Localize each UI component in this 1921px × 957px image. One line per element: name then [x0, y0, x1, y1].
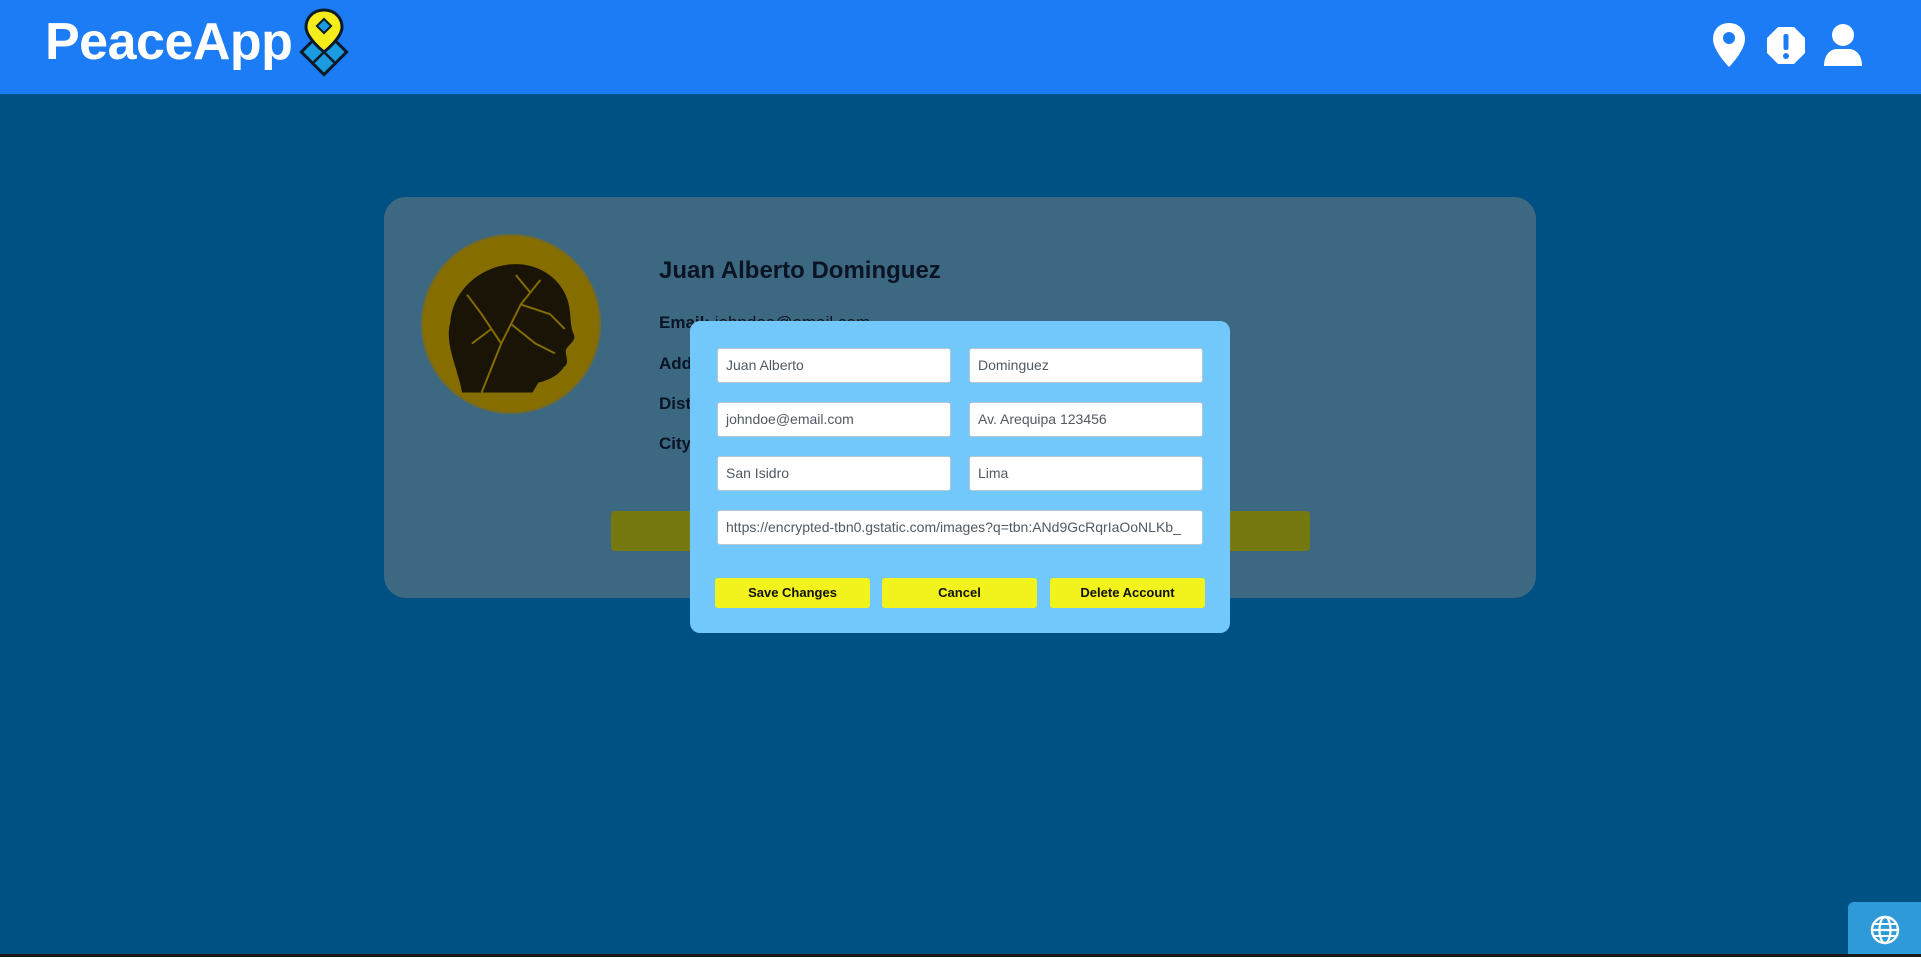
- email-input[interactable]: johndoe@email.com: [717, 402, 951, 437]
- profile-avatar: [421, 234, 601, 414]
- cancel-button[interactable]: Cancel: [882, 578, 1037, 608]
- globe-icon: [1870, 915, 1900, 945]
- user-icon[interactable]: [1820, 20, 1866, 70]
- address-input[interactable]: Av. Arequipa 123456: [969, 402, 1203, 437]
- first-name-input[interactable]: Juan Alberto: [717, 348, 951, 383]
- profile-name: Juan Alberto Dominguez: [659, 257, 941, 284]
- last-name-input[interactable]: Dominguez: [969, 348, 1203, 383]
- map-marker-icon[interactable]: [1706, 20, 1752, 70]
- photo-url-input[interactable]: https://encrypted-tbn0.gstatic.com/image…: [717, 510, 1203, 545]
- save-changes-button[interactable]: Save Changes: [715, 578, 870, 608]
- city-input[interactable]: Lima: [969, 456, 1203, 491]
- map-pin-logo-icon[interactable]: [288, 6, 360, 78]
- delete-account-button[interactable]: Delete Account: [1050, 578, 1205, 608]
- edit-profile-modal: Juan Alberto Dominguez johndoe@email.com…: [690, 321, 1230, 633]
- district-input[interactable]: San Isidro: [717, 456, 951, 491]
- language-button[interactable]: [1848, 902, 1921, 957]
- app-logo-text[interactable]: PeaceApp: [45, 12, 293, 72]
- top-navbar: PeaceApp: [0, 0, 1921, 94]
- alert-octagon-icon[interactable]: [1763, 20, 1809, 70]
